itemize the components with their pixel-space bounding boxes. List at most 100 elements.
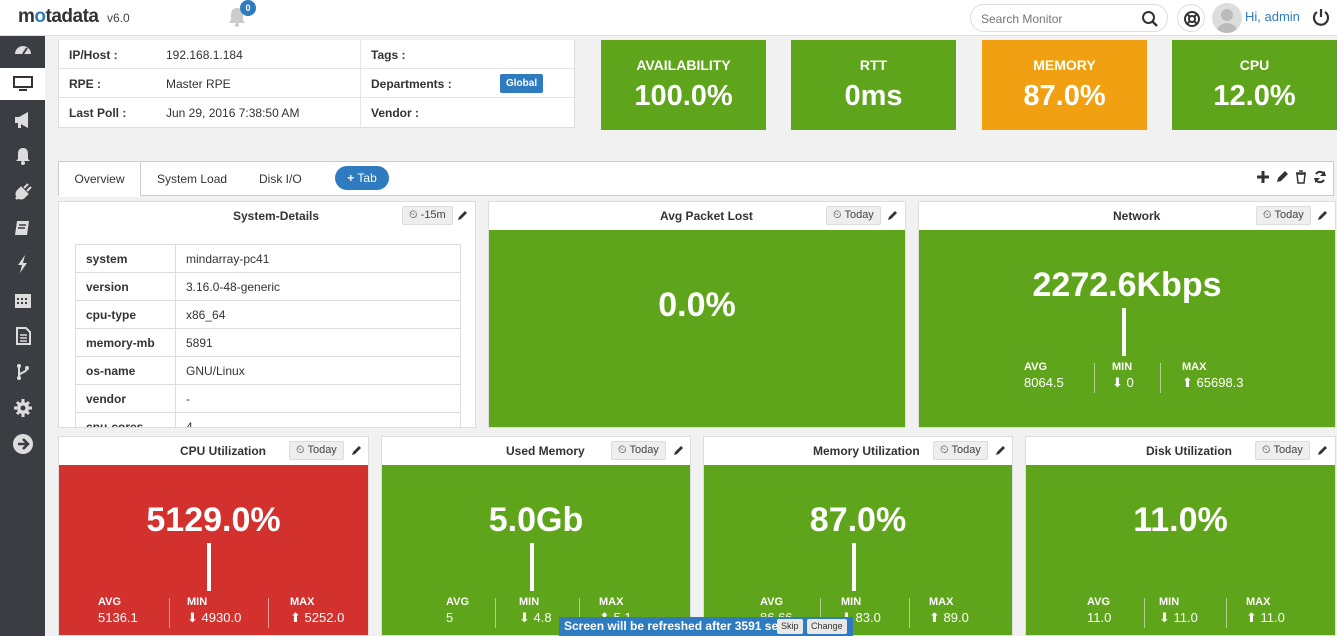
refresh-icon[interactable] xyxy=(1313,170,1327,184)
kpi-cpu[interactable]: CPU 12.0% xyxy=(1172,40,1337,130)
widget-memory-utilization: Memory Utilization ⏲ Today 87.0% AVG86.6… xyxy=(703,436,1013,636)
department-badge[interactable]: Global xyxy=(500,74,544,93)
edit-pencil-icon[interactable] xyxy=(1317,444,1329,456)
tab-overview[interactable]: Overview xyxy=(59,162,141,197)
sidebar-item-knowledge[interactable] xyxy=(0,212,45,244)
edit-pencil-icon[interactable] xyxy=(1275,170,1289,184)
stat-value: 5 xyxy=(446,610,454,625)
widget-title: Network xyxy=(1113,209,1161,223)
metric-value: 0.0% xyxy=(658,286,736,324)
logo[interactable]: motadata xyxy=(18,6,99,28)
widget-header: Disk Utilization ⏲ Today xyxy=(1026,437,1335,464)
sidebar-item-monitor[interactable] xyxy=(0,68,45,100)
time-range-label: -15m xyxy=(420,209,446,221)
stat-label: AVG xyxy=(98,596,122,608)
widget-title: System-Details xyxy=(233,209,320,223)
metric-value: 87.0% xyxy=(809,501,907,539)
edit-pencil-icon[interactable] xyxy=(457,209,469,221)
time-range-button[interactable]: ⏲ Today xyxy=(826,206,881,225)
gear-icon xyxy=(13,399,32,417)
sidebar-item-calendar[interactable] xyxy=(0,284,45,316)
kpi-value: 100.0% xyxy=(634,80,733,112)
tab-system-load[interactable]: System Load xyxy=(157,162,227,196)
avatar[interactable] xyxy=(1212,3,1242,33)
clock-icon: ⏲ xyxy=(1262,444,1271,456)
edit-pencil-icon[interactable] xyxy=(673,444,685,456)
metric-value: 11.0% xyxy=(1133,501,1228,539)
edit-pencil-icon[interactable] xyxy=(351,444,363,456)
detail-value: - xyxy=(175,384,461,413)
kpi-memory[interactable]: MEMORY 87.0% xyxy=(982,40,1147,130)
time-range-label: Today xyxy=(844,209,874,221)
stat-max: MAX ⬆ 89.0 xyxy=(929,596,969,626)
sidebar-item-announcements[interactable] xyxy=(0,104,45,136)
sidebar-item-alerts[interactable] xyxy=(0,140,45,172)
stat-value: ⬇ 11.0 xyxy=(1159,610,1198,626)
trash-icon[interactable] xyxy=(1294,170,1308,184)
time-range-button[interactable]: ⏲ -15m xyxy=(402,206,453,225)
stat-avg: AVG 8064.5 xyxy=(1024,361,1064,390)
user-greeting[interactable]: Hi, admin xyxy=(1245,9,1300,24)
kpi-rtt[interactable]: RTT 0ms xyxy=(791,40,956,130)
edit-pencil-icon[interactable] xyxy=(1317,209,1329,221)
widget-header: CPU Utilization ⏲ Today xyxy=(59,437,368,464)
sidebar-item-plugins[interactable] xyxy=(0,176,45,208)
search-icon[interactable] xyxy=(1141,10,1159,33)
max-value: 5252.0 xyxy=(304,610,345,625)
sidebar-item-reports[interactable] xyxy=(0,320,45,352)
sidebar-item-dashboard[interactable] xyxy=(0,34,45,66)
skip-refresh-button[interactable]: Skip xyxy=(777,619,803,634)
notifications-count-badge[interactable]: 0 xyxy=(240,0,256,16)
table-row: cpu-type x86_64 xyxy=(75,300,461,329)
widget-disk-utilization: Disk Utilization ⏲ Today 11.0% AVG 11.0 M… xyxy=(1025,436,1336,636)
arrow-up-icon: ⬆ xyxy=(1182,375,1193,390)
stat-value: ⬆ 11.0 xyxy=(1246,610,1285,626)
stat-value: ⬆ 89.0 xyxy=(929,610,969,626)
min-value: 83.0 xyxy=(855,610,881,625)
time-range-button[interactable]: ⏲ Today xyxy=(1255,441,1310,460)
time-range-button[interactable]: ⏲ Today xyxy=(933,441,988,460)
refresh-notice-text: Screen will be refreshed after 3591 sec xyxy=(564,619,785,633)
arrow-down-icon: ⬇ xyxy=(1112,375,1123,390)
add-tab-button[interactable]: + Tab xyxy=(335,166,389,190)
search-input[interactable] xyxy=(981,10,1141,28)
ip-host-value: 192.168.1.184 xyxy=(166,48,243,62)
stat-value: ⬆ 65698.3 xyxy=(1182,375,1244,391)
time-range-label: Today xyxy=(629,444,659,456)
arrow-up-icon: ⬆ xyxy=(929,610,940,625)
kpi-availability[interactable]: AVAILABILITY 100.0% xyxy=(601,40,766,130)
sidebar-item-expand[interactable] xyxy=(0,428,45,460)
system-details-scroll[interactable]: system mindarray-pc41 version 3.16.0-48-ge… xyxy=(59,230,475,427)
time-range-button[interactable]: ⏲ Today xyxy=(611,441,666,460)
sidebar-item-actions[interactable] xyxy=(0,248,45,280)
widget-title: Memory Utilization xyxy=(813,444,920,458)
system-details-table: system mindarray-pc41 version 3.16.0-48-ge… xyxy=(75,244,461,427)
top-bar: motadata v6.0 0 Hi, admin xyxy=(0,0,1337,36)
kpi-title: AVAILABILITY xyxy=(636,57,731,73)
time-range-button[interactable]: ⏲ Today xyxy=(289,441,344,460)
widget-header: Network ⏲ Today xyxy=(919,202,1335,229)
widget-header: Memory Utilization ⏲ Today xyxy=(704,437,1012,464)
widget-header: Avg Packet Lost ⏲ Today xyxy=(489,202,905,229)
tab-disk-io[interactable]: Disk I/O xyxy=(259,162,302,196)
widget-title: Disk Utilization xyxy=(1146,444,1233,458)
stat-value: ⬇ 0 xyxy=(1112,375,1134,391)
kpi-title: CPU xyxy=(1239,57,1270,73)
add-widget-icon[interactable] xyxy=(1256,170,1270,184)
edit-pencil-icon[interactable] xyxy=(995,444,1007,456)
add-tab-label: Tab xyxy=(357,171,377,185)
change-refresh-button[interactable]: Change xyxy=(807,619,847,634)
sparkline-bar xyxy=(852,543,856,591)
power-logout-icon[interactable] xyxy=(1311,7,1331,32)
dashboard-tabs: Overview System Load Disk I/O + Tab xyxy=(58,161,1334,197)
stat-value: 5136.1 xyxy=(98,610,138,625)
edit-pencil-icon[interactable] xyxy=(887,209,899,221)
sidebar-item-settings[interactable] xyxy=(0,392,45,424)
help-lifebuoy-icon[interactable] xyxy=(1177,4,1205,32)
time-range-button[interactable]: ⏲ Today xyxy=(1256,206,1311,225)
stat-min: MIN ⬇ 11.0 xyxy=(1159,596,1198,626)
stat-value: ⬆ 5252.0 xyxy=(290,610,344,626)
widget-body: 0.0% xyxy=(489,230,905,427)
sidebar-item-topology[interactable] xyxy=(0,356,45,388)
widget-body: 5129.0% AVG 5136.1 MIN ⬇ 4930.0 MAX ⬆ 5252.… xyxy=(59,465,368,635)
